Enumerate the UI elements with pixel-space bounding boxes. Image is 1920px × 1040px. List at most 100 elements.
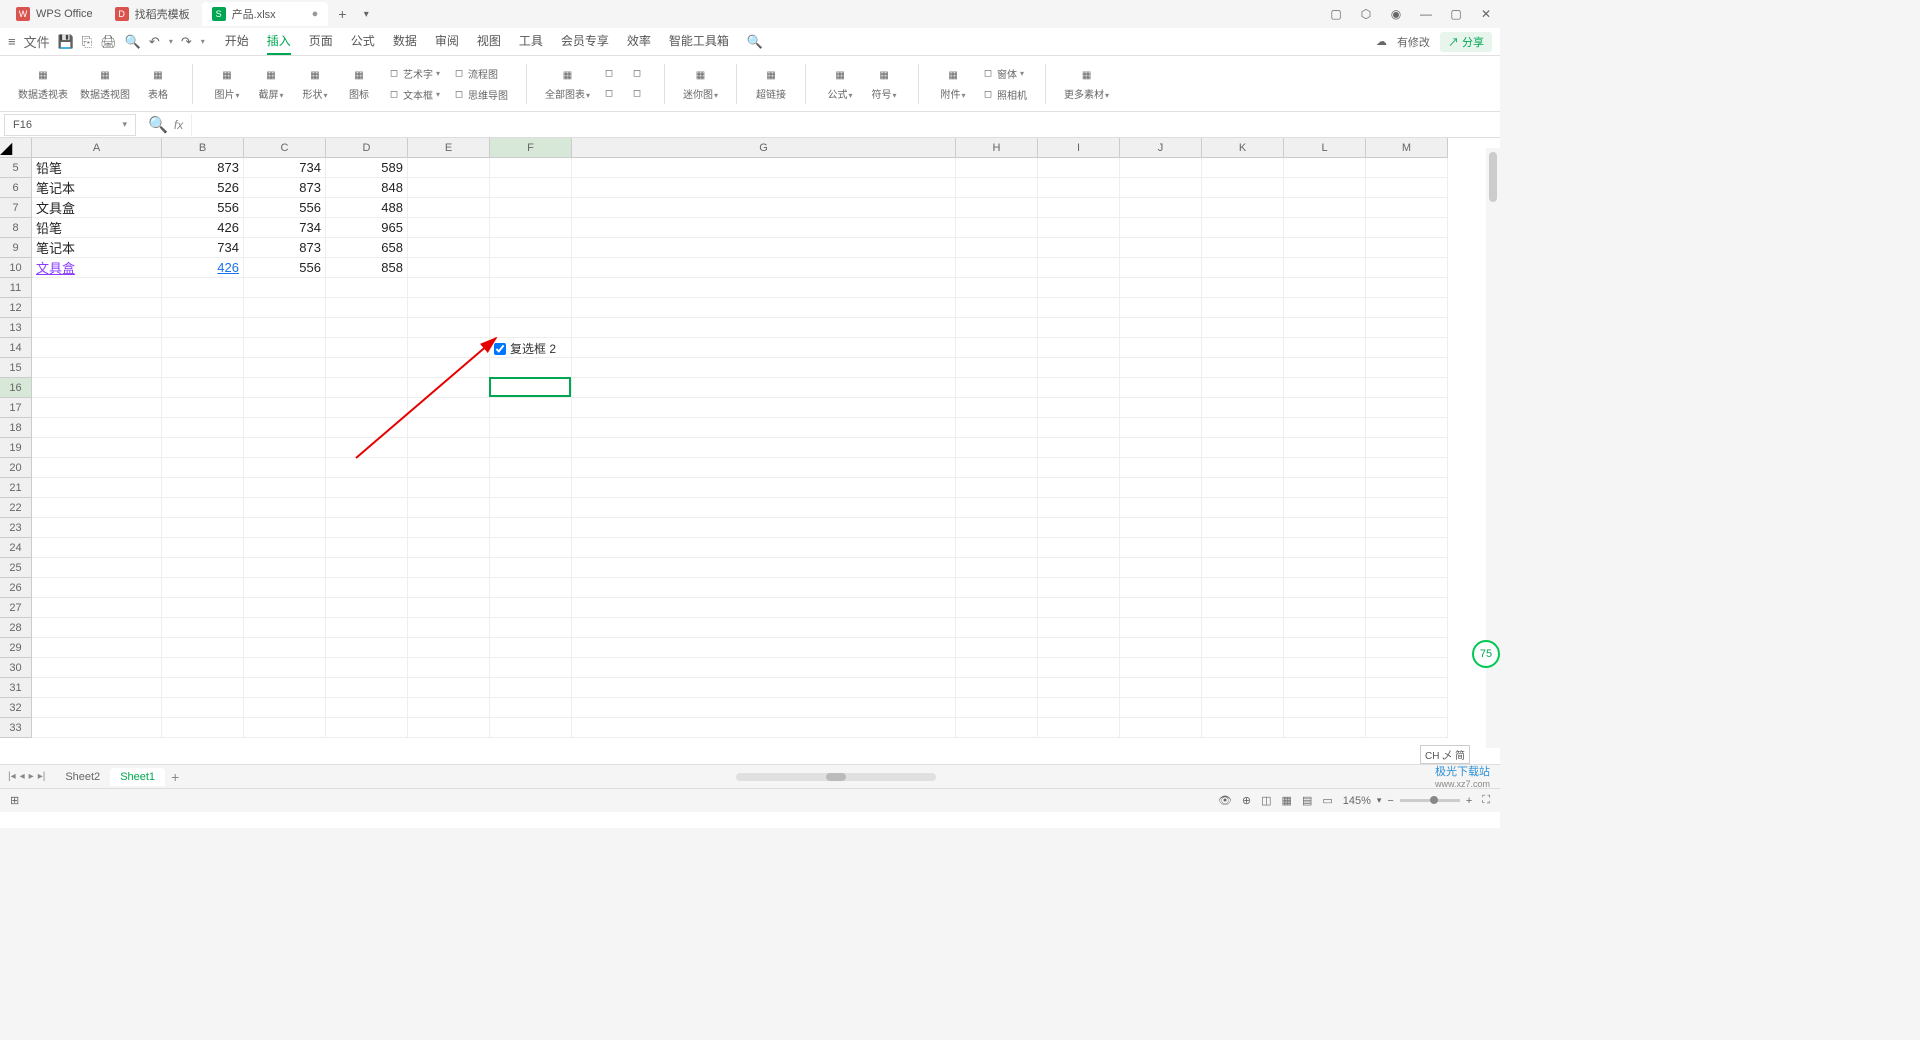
cell[interactable] bbox=[572, 418, 956, 438]
cell[interactable] bbox=[490, 238, 572, 258]
row-header[interactable]: 9 bbox=[0, 238, 32, 258]
cell[interactable] bbox=[956, 618, 1038, 638]
cell[interactable] bbox=[244, 558, 326, 578]
cell[interactable] bbox=[572, 438, 956, 458]
file-menu[interactable]: 文件 bbox=[24, 32, 50, 51]
cell[interactable] bbox=[956, 498, 1038, 518]
cell[interactable] bbox=[490, 438, 572, 458]
cell[interactable] bbox=[408, 278, 490, 298]
cell[interactable] bbox=[1202, 498, 1284, 518]
cell[interactable] bbox=[1366, 298, 1448, 318]
cell[interactable] bbox=[408, 658, 490, 678]
cell[interactable] bbox=[162, 638, 244, 658]
cell[interactable] bbox=[326, 578, 408, 598]
cell[interactable] bbox=[572, 318, 956, 338]
cell[interactable] bbox=[1120, 218, 1202, 238]
cell[interactable] bbox=[408, 178, 490, 198]
cell[interactable] bbox=[32, 338, 162, 358]
cube-icon[interactable]: ⬡ bbox=[1358, 6, 1374, 22]
cell[interactable] bbox=[572, 398, 956, 418]
cell[interactable] bbox=[1366, 498, 1448, 518]
row-header[interactable]: 26 bbox=[0, 578, 32, 598]
cell[interactable]: 文具盒 bbox=[32, 198, 162, 218]
cell[interactable] bbox=[572, 598, 956, 618]
cell[interactable] bbox=[1038, 158, 1120, 178]
cell[interactable] bbox=[326, 658, 408, 678]
cell[interactable] bbox=[408, 478, 490, 498]
user-avatar-icon[interactable]: ◉ bbox=[1388, 6, 1404, 22]
column-header[interactable]: F bbox=[490, 138, 572, 158]
zoom-out-button[interactable]: − bbox=[1387, 795, 1393, 807]
cell[interactable] bbox=[1038, 318, 1120, 338]
cell[interactable] bbox=[244, 618, 326, 638]
cell[interactable] bbox=[1284, 278, 1366, 298]
row-header[interactable]: 10 bbox=[0, 258, 32, 278]
row-header[interactable]: 30 bbox=[0, 658, 32, 678]
cell[interactable] bbox=[244, 458, 326, 478]
cell[interactable] bbox=[244, 358, 326, 378]
cell[interactable] bbox=[490, 578, 572, 598]
hscroll-area[interactable] bbox=[179, 773, 1492, 781]
cell[interactable] bbox=[162, 538, 244, 558]
ribbon-button[interactable]: ◻思维导图 bbox=[448, 85, 512, 104]
row-header[interactable]: 33 bbox=[0, 718, 32, 738]
cell[interactable] bbox=[162, 658, 244, 678]
cell[interactable] bbox=[1120, 498, 1202, 518]
cell[interactable] bbox=[572, 278, 956, 298]
ribbon-button[interactable]: ▦表格 bbox=[138, 64, 178, 103]
cell[interactable] bbox=[408, 158, 490, 178]
cell[interactable]: 笔记本 bbox=[32, 238, 162, 258]
cell[interactable] bbox=[1202, 558, 1284, 578]
cell[interactable] bbox=[408, 638, 490, 658]
ribbon-tab[interactable]: 工具 bbox=[519, 28, 543, 55]
cell[interactable] bbox=[1366, 678, 1448, 698]
row-header[interactable]: 17 bbox=[0, 398, 32, 418]
cell[interactable] bbox=[326, 338, 408, 358]
ribbon-button[interactable]: ◻照相机 bbox=[977, 85, 1031, 104]
ribbon-tab[interactable]: 插入 bbox=[267, 28, 291, 55]
cell[interactable] bbox=[1202, 378, 1284, 398]
cell[interactable] bbox=[490, 218, 572, 238]
cell[interactable] bbox=[572, 378, 956, 398]
cell[interactable]: 734 bbox=[244, 158, 326, 178]
cell[interactable] bbox=[1284, 678, 1366, 698]
cell[interactable] bbox=[326, 298, 408, 318]
cell[interactable]: 488 bbox=[326, 198, 408, 218]
redo-icon[interactable]: ↷ bbox=[181, 34, 192, 50]
cell[interactable] bbox=[1038, 678, 1120, 698]
cell[interactable] bbox=[1284, 598, 1366, 618]
cell[interactable]: 873 bbox=[244, 178, 326, 198]
cell[interactable] bbox=[1202, 518, 1284, 538]
cell[interactable] bbox=[244, 398, 326, 418]
zoom-slider[interactable] bbox=[1400, 799, 1460, 802]
cell[interactable] bbox=[1284, 158, 1366, 178]
cell[interactable] bbox=[326, 418, 408, 438]
menu-hamburger-icon[interactable]: ≡ bbox=[8, 34, 16, 49]
cell[interactable] bbox=[162, 698, 244, 718]
cell[interactable] bbox=[32, 538, 162, 558]
cell[interactable] bbox=[326, 278, 408, 298]
cell[interactable] bbox=[1202, 358, 1284, 378]
row-header[interactable]: 13 bbox=[0, 318, 32, 338]
cell[interactable]: 文具盒 bbox=[32, 258, 162, 278]
cell[interactable] bbox=[1366, 558, 1448, 578]
cell[interactable] bbox=[1366, 258, 1448, 278]
cell[interactable] bbox=[956, 238, 1038, 258]
floating-badge[interactable]: 75 bbox=[1472, 640, 1500, 668]
ribbon-button[interactable]: ▦符号▾ bbox=[864, 64, 904, 103]
cell[interactable] bbox=[1038, 178, 1120, 198]
cell[interactable] bbox=[162, 418, 244, 438]
cell[interactable] bbox=[1366, 458, 1448, 478]
cell[interactable]: 873 bbox=[244, 238, 326, 258]
cell[interactable] bbox=[408, 238, 490, 258]
zoom-control[interactable]: 145% ▾ − + bbox=[1343, 795, 1473, 807]
fullscreen-icon[interactable]: ⛶ bbox=[1482, 794, 1490, 807]
ribbon-button[interactable]: ▦迷你图▾ bbox=[679, 64, 722, 103]
document-tab[interactable]: S产品.xlsx● bbox=[202, 2, 329, 26]
cell[interactable] bbox=[408, 418, 490, 438]
cell[interactable] bbox=[1120, 598, 1202, 618]
cell[interactable] bbox=[408, 298, 490, 318]
cell[interactable]: 589 bbox=[326, 158, 408, 178]
cell[interactable] bbox=[1038, 538, 1120, 558]
view-crosshair-icon[interactable]: ⊕ bbox=[1242, 794, 1251, 807]
